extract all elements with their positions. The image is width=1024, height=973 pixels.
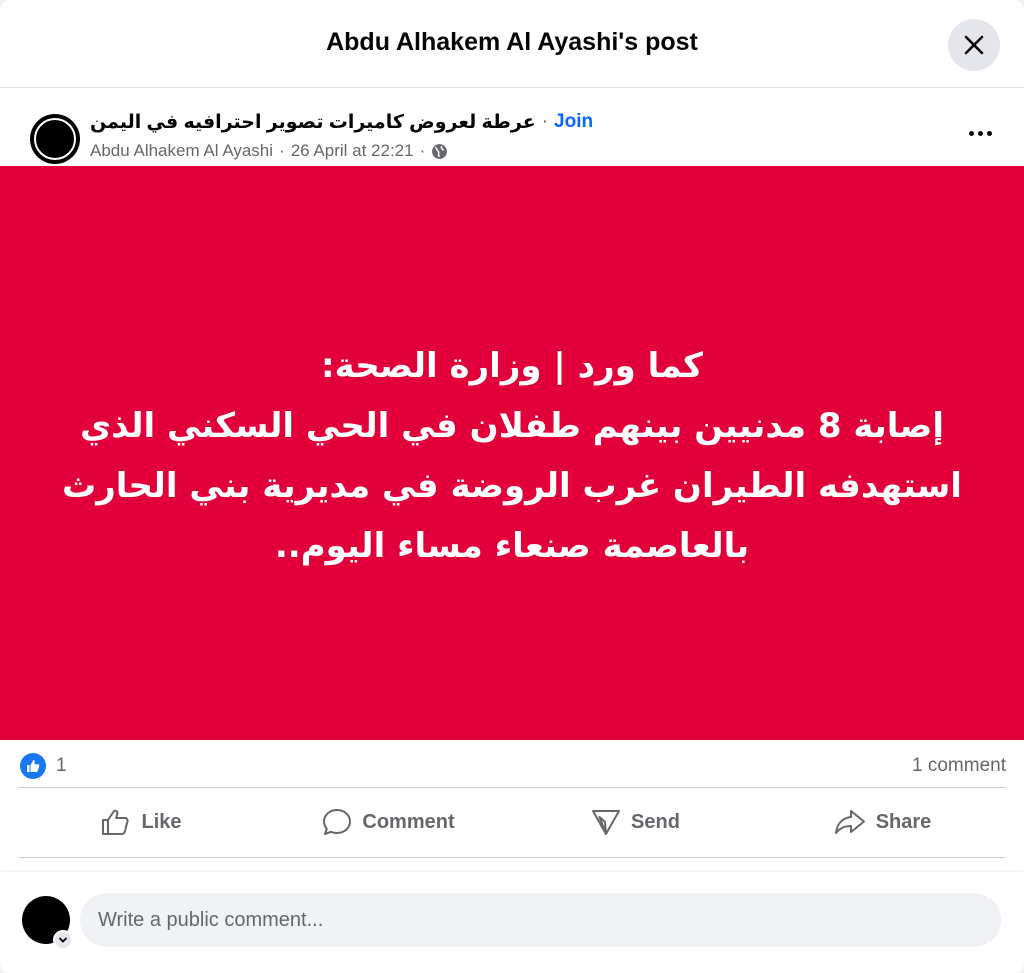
comment-composer [0,872,1024,973]
comment-icon [323,809,352,835]
group-name-link[interactable]: عرطة لعروض كاميرات تصوير احترافيه في الي… [90,111,536,134]
comment-input[interactable] [80,893,1001,947]
chevron-down-icon [59,937,67,943]
separator-dot: · [279,141,285,160]
share-button[interactable]: Share [759,792,1006,852]
post-text-line: بالعاصمة صنعاء مساء اليوم.. [274,526,750,566]
post-actions-bar: Like Comment Send Share [18,790,1006,858]
post-more-options-button[interactable] [960,118,1000,148]
send-icon [592,810,621,835]
group-avatar[interactable] [30,114,80,164]
like-icon [102,809,130,835]
like-count[interactable]: 1 [56,755,67,777]
comment-label: Comment [362,810,455,833]
close-button[interactable] [948,19,1000,71]
post-dialog: Abdu Alhakem Al Ayashi's post عرطة لعروض… [0,0,1024,973]
profile-switcher-button[interactable] [53,930,73,950]
post-text-line: استهدفه الطيران غرب الروضة في مديرية بني… [62,466,962,506]
post-timestamp[interactable]: 26 April at 22:21 [291,141,414,161]
more-options-dot [986,130,992,136]
like-label: Like [141,810,182,833]
like-reaction-icon[interactable] [20,753,46,779]
dialog-title: Abdu Alhakem Al Ayashi's post [326,28,698,56]
globe-icon [432,143,448,159]
more-options-icon [968,130,974,136]
post-body-text: كما ورد | وزارة الصحة: إصابة 8 مدنيين بي… [32,336,992,576]
reaction-stats-row: 1 1 comment [18,748,1006,788]
post-text-background: كما ورد | وزارة الصحة: إصابة 8 مدنيين بي… [0,166,1024,740]
comment-button[interactable]: Comment [265,792,512,852]
post-text-line: إصابة 8 مدنيين بينهم طفلان في الحي السكن… [79,406,945,446]
share-icon [834,810,865,834]
comment-count-link[interactable]: 1 comment [912,755,1006,777]
post-meta-line: Abdu Alhakem Al Ayashi · 26 April at 22:… [90,139,448,163]
author-name-link[interactable]: Abdu Alhakem Al Ayashi [90,141,273,161]
separator-dot: · [419,141,426,160]
close-icon [964,35,984,55]
thumbs-up-icon [27,760,40,772]
dialog-header: Abdu Alhakem Al Ayashi's post [0,0,1024,88]
like-button[interactable]: Like [18,792,265,852]
share-label: Share [875,810,932,833]
send-button[interactable]: Send [512,792,759,852]
separator-dot: · [541,111,549,132]
post-group-line: عرطة لعروض كاميرات تصوير احترافيه في الي… [90,109,593,135]
send-label: Send [631,810,680,833]
more-options-dot [977,130,983,136]
join-group-button[interactable]: Join [554,111,593,133]
post-text-line: كما ورد | وزارة الصحة: [321,346,703,386]
